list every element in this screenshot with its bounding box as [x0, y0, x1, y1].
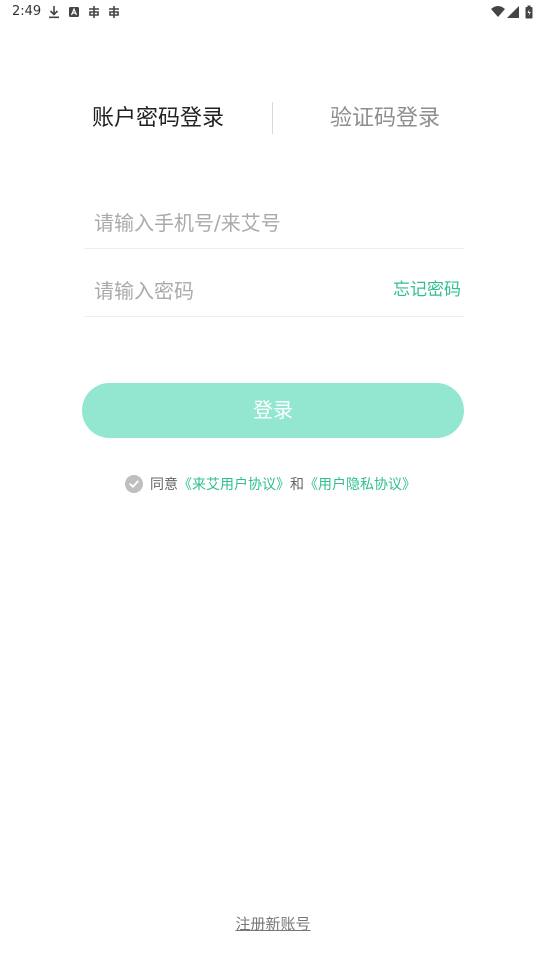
register-link[interactable]: 注册新账号 [235, 915, 310, 933]
battery-icon [525, 4, 533, 19]
wifi-icon [491, 4, 505, 18]
app-icon [107, 4, 121, 18]
tab-divider [272, 102, 273, 134]
login-button[interactable]: 登录 [82, 383, 464, 438]
register-row: 注册新账号 [0, 913, 546, 934]
status-bar: 2:49 [0, 0, 546, 24]
tab-password-login[interactable]: 账户密码登录 [92, 104, 224, 134]
agreement-row: 同意 《来艾用户协议》 和 《用户隐私协议》 [125, 473, 416, 495]
phone-field [84, 198, 464, 249]
password-input[interactable] [94, 274, 374, 308]
agree-checkbox[interactable] [125, 475, 143, 493]
status-time: 2:49 [12, 4, 42, 19]
app-icon [87, 4, 101, 18]
phone-input[interactable] [94, 206, 374, 240]
tab-code-login[interactable]: 验证码登录 [330, 104, 440, 134]
signal-icon [507, 4, 519, 18]
a-icon [68, 4, 80, 18]
user-agreement-link[interactable]: 《来艾用户协议》 [178, 474, 290, 494]
forgot-password-link[interactable]: 忘记密码 [393, 278, 461, 302]
password-field: 忘记密码 [84, 266, 464, 317]
agree-and: 和 [290, 477, 304, 493]
privacy-agreement-link[interactable]: 《用户隐私协议》 [304, 474, 416, 494]
download-icon [48, 4, 60, 19]
check-icon [129, 480, 139, 488]
agree-prefix: 同意 [150, 477, 178, 493]
